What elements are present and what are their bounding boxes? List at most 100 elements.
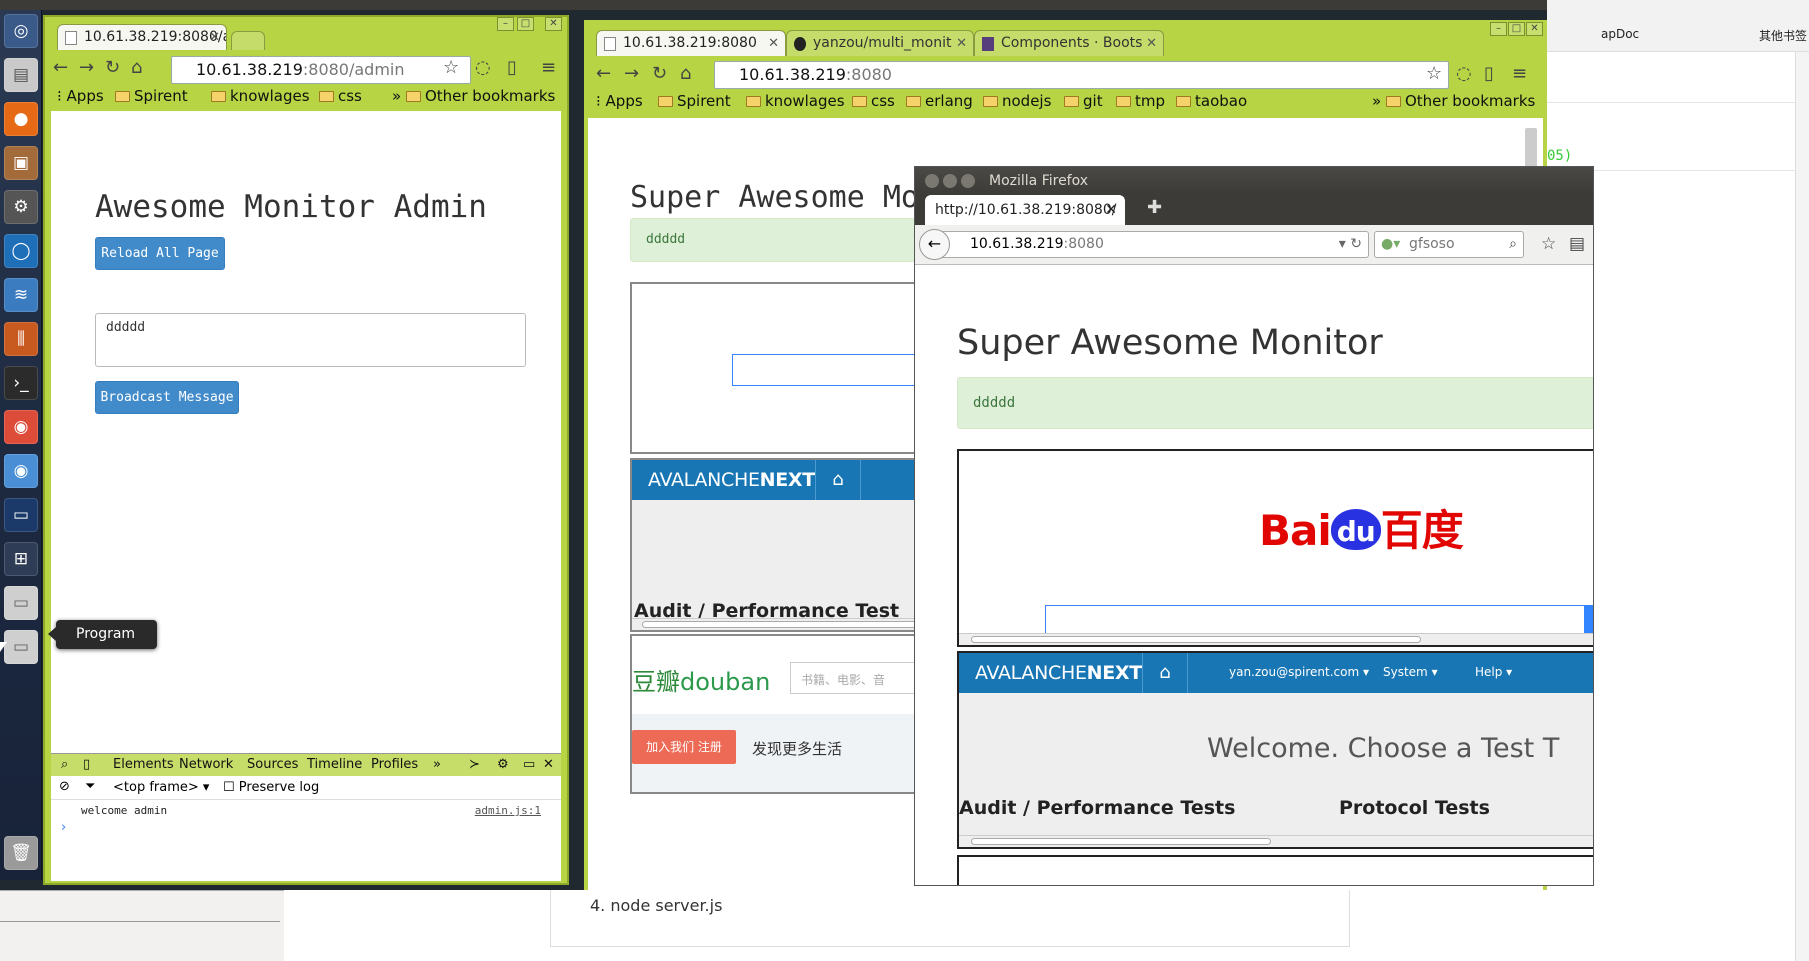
mixer-icon[interactable]: ⫼ (4, 322, 38, 356)
more-tabs-icon[interactable]: » (433, 757, 441, 772)
bookmark-css[interactable]: css (319, 87, 362, 105)
home-icon[interactable]: ⌂ (815, 460, 861, 500)
close-icon[interactable]: ✕ (1146, 31, 1157, 56)
search-input[interactable]: ●▾ gfsoso ⌕ (1374, 231, 1524, 258)
address-bar[interactable]: 10.61.38.219:8080 ▾ ↻ (927, 231, 1369, 258)
tab-bootstrap[interactable]: Components · Boots ✕ (974, 30, 1164, 56)
tab-elements[interactable]: Elements (113, 757, 174, 772)
bookmark-nodejs[interactable]: nodejs (983, 92, 1051, 110)
dock-icon[interactable]: ▭ (523, 757, 535, 772)
display-icon[interactable]: ▭ (4, 498, 38, 532)
forward-icon[interactable]: → (624, 63, 639, 84)
tab-sources[interactable]: Sources (247, 757, 298, 772)
maximize-icon[interactable]: □ (517, 17, 534, 31)
menu-icon[interactable]: ≡ (1512, 63, 1527, 84)
dash-icon[interactable]: ◎ (4, 14, 38, 48)
back-icon[interactable]: ← (53, 57, 68, 78)
tab-profiles[interactable]: Profiles (371, 757, 418, 772)
tab-github[interactable]: yanzou/multi_monit ✕ (786, 30, 974, 56)
search-icon[interactable]: ⌕ (1509, 232, 1517, 257)
console-source-link[interactable]: admin.js:1 (475, 804, 541, 817)
minimize-icon[interactable]: – (1490, 22, 1507, 36)
close-icon[interactable]: ✕ (209, 25, 220, 50)
other-bookmarks[interactable]: » Other bookmarks (392, 87, 555, 105)
douban-join-button[interactable]: 加入我们 注册 (632, 730, 736, 764)
tab-monitor[interactable]: http://10.61.38.219:8080/ ✕ (925, 195, 1125, 225)
bookmark-spirent[interactable]: Spirent (115, 87, 188, 105)
menu-icon[interactable]: ≡ (541, 57, 556, 78)
close-icon[interactable]: ✕ (956, 31, 967, 56)
bookmarks-list-icon[interactable]: ▤ (1569, 234, 1585, 254)
scrollbar[interactable] (1795, 52, 1809, 961)
new-tab-button[interactable] (231, 31, 265, 50)
close-window-icon[interactable] (925, 174, 939, 188)
broadcast-button[interactable]: Broadcast Message (95, 381, 239, 414)
extension-icon[interactable]: ◌ (1456, 63, 1472, 84)
firefox-icon[interactable]: ● (4, 102, 38, 136)
bookmark-star-icon[interactable]: ☆ (1541, 234, 1556, 254)
bookmark-tmp[interactable]: tmp (1116, 92, 1165, 110)
search-engine-icon[interactable]: ●▾ (1381, 232, 1400, 257)
close-icon[interactable]: ✕ (768, 31, 779, 56)
phone-icon[interactable]: ▯ (507, 57, 517, 78)
workspace-icon[interactable]: ⊞ (4, 542, 38, 576)
extension-icon[interactable]: ◌ (475, 57, 491, 78)
address-bar[interactable]: 10.61.38.219:8080/admin (171, 56, 471, 84)
other-bookmarks[interactable]: » Other bookmarks (1372, 92, 1535, 110)
star-icon[interactable]: ☆ (1426, 63, 1442, 84)
home-icon[interactable]: ⌂ (131, 57, 142, 78)
console-drawer-icon[interactable]: ≻ (469, 757, 480, 772)
bookmark-taobao[interactable]: taobao (1176, 92, 1247, 110)
chrome-icon[interactable]: ◉ (4, 410, 38, 444)
horizontal-scrollbar[interactable] (959, 835, 1593, 847)
bookmark-spirent[interactable]: Spirent (658, 92, 731, 110)
address-bar[interactable]: 10.61.38.219:8080 (714, 61, 1449, 89)
network-icon[interactable]: ≋ (4, 278, 38, 312)
message-textarea[interactable]: ddddd (95, 313, 526, 367)
close-icon[interactable]: ✕ (1105, 195, 1117, 225)
terminal-icon[interactable]: ›_ (4, 366, 38, 400)
bookmark-css[interactable]: css (852, 92, 895, 110)
user-menu[interactable]: yan.zou@spirent.com ▾ (1229, 665, 1369, 679)
close-window-icon[interactable]: ✕ (545, 17, 562, 31)
bookmark-apps[interactable]: ⁝ Apps (596, 92, 643, 110)
program-icon[interactable]: ▭ (4, 630, 38, 664)
home-icon[interactable]: ⌂ (680, 63, 691, 84)
minimize-icon[interactable]: – (497, 17, 514, 31)
back-icon[interactable]: ← (596, 63, 611, 84)
search-icon[interactable]: ⌕ (61, 757, 68, 772)
new-tab-icon[interactable]: ✚ (1147, 197, 1162, 218)
horizontal-scrollbar[interactable] (959, 633, 1593, 645)
tab-admin[interactable]: 10.61.38.219:8080/a ✕ (57, 24, 227, 50)
frame-select[interactable]: <top frame> ▾ (113, 780, 209, 795)
archive-icon[interactable]: ▣ (4, 146, 38, 180)
maximize-icon[interactable]: □ (1508, 22, 1525, 36)
scrollbar-thumb[interactable] (1525, 128, 1537, 168)
bookmark-git[interactable]: git (1064, 92, 1103, 110)
home-icon[interactable]: ⌂ (1142, 653, 1188, 693)
reload-icon[interactable]: ▾ ↻ (1339, 232, 1362, 257)
bookmark-knowlages[interactable]: knowlages (211, 87, 310, 105)
bookmark-erlang[interactable]: erlang (906, 92, 973, 110)
files-icon[interactable]: ▤ (4, 58, 38, 92)
filter-icon[interactable]: ⏷ (85, 779, 95, 794)
star-icon[interactable]: ☆ (443, 57, 459, 78)
forward-icon[interactable]: → (79, 57, 94, 78)
system-menu[interactable]: System ▾ (1383, 665, 1438, 679)
tab-monitor[interactable]: 10.61.38.219:8080 ✕ (596, 30, 786, 56)
close-window-icon[interactable]: ✕ (1526, 22, 1543, 36)
maximize-icon[interactable] (961, 174, 975, 188)
reload-icon[interactable]: ↻ (652, 63, 667, 84)
back-icon[interactable]: ← (919, 229, 950, 260)
tab-network[interactable]: Network (179, 757, 233, 772)
minimize-icon[interactable] (943, 174, 957, 188)
bookmark-other[interactable]: 其他书签 (1759, 27, 1807, 44)
bookmark-doc[interactable]: apDoc (1601, 27, 1639, 41)
help-menu[interactable]: Help ▾ (1475, 665, 1512, 679)
preserve-log-checkbox[interactable]: ☐ Preserve log (223, 780, 319, 795)
tab-timeline[interactable]: Timeline (307, 757, 362, 772)
console-prompt-icon[interactable]: › (61, 820, 66, 835)
bookmark-knowlages[interactable]: knowlages (746, 92, 845, 110)
reload-all-button[interactable]: Reload All Page (95, 237, 225, 270)
chromium-icon[interactable]: ◉ (4, 454, 38, 488)
